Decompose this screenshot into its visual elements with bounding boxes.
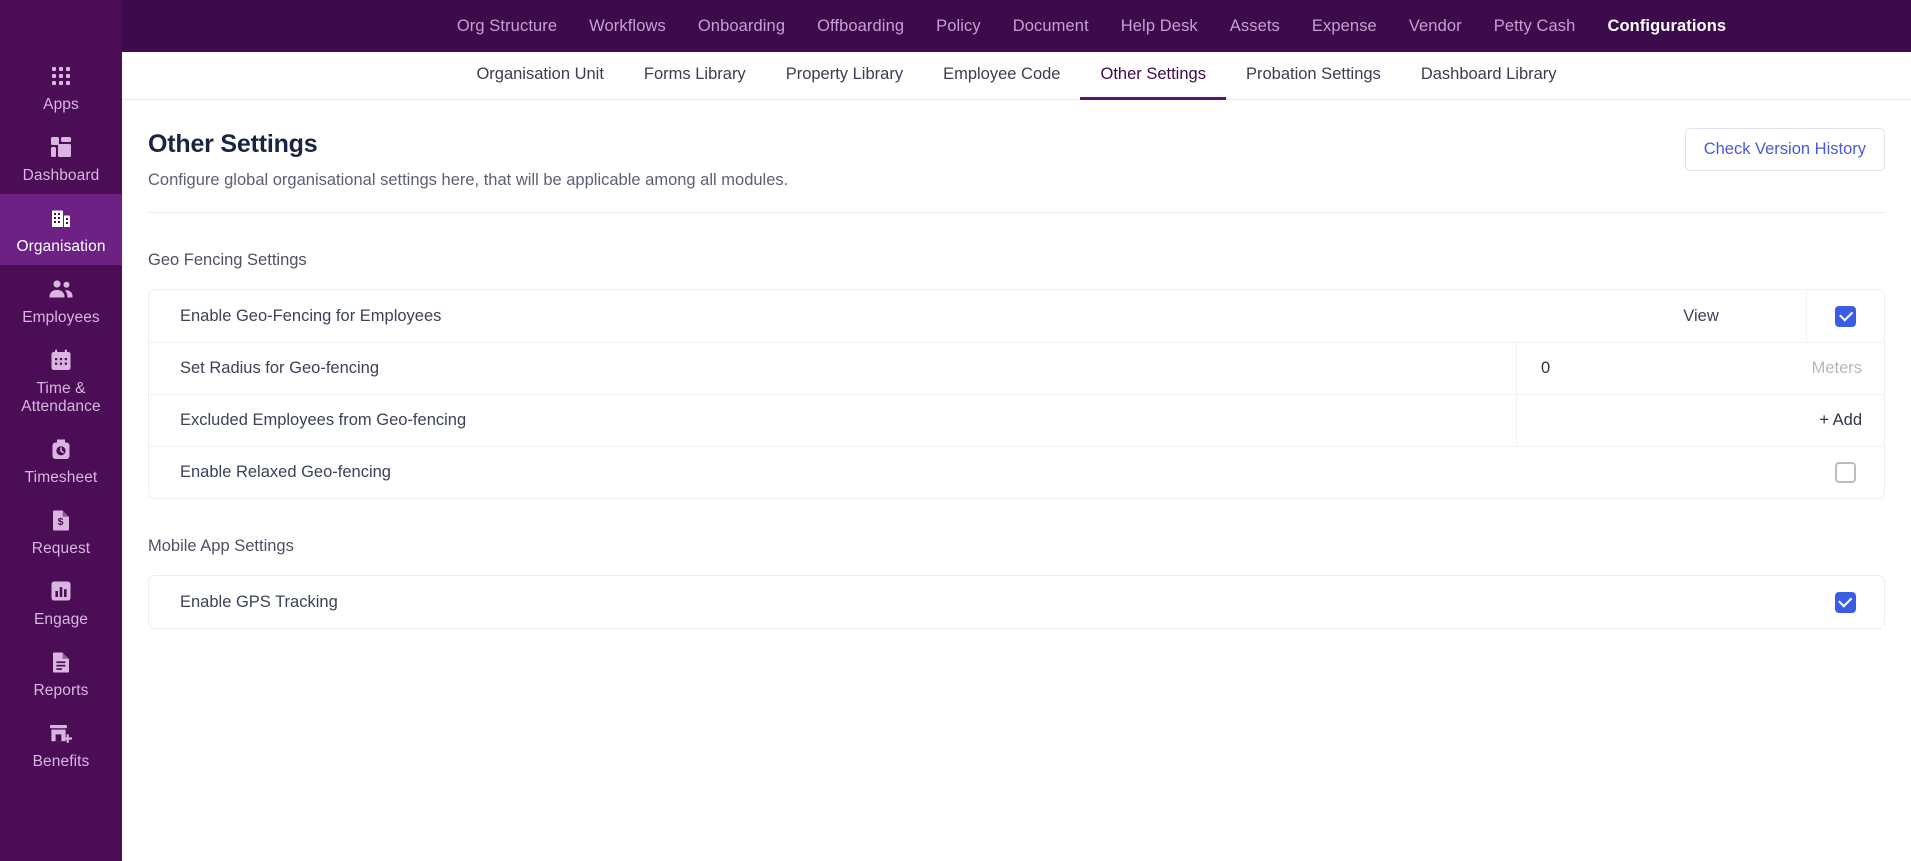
settings-section: Geo Fencing Settings Enable Geo-Fencing f… (148, 251, 1885, 499)
setting-label: Enable Geo-Fencing for Employees (180, 306, 442, 325)
header-divider (148, 212, 1885, 213)
topnav-item-help-desk[interactable]: Help Desk (1105, 17, 1214, 36)
sidebar-item-time-attendance[interactable]: Time & Attendance (0, 336, 122, 425)
dollar-document-icon: $ (50, 507, 72, 533)
top-navigation-bar: Org Structure Workflows Onboarding Offboard… (122, 0, 1911, 52)
topnav-item-assets[interactable]: Assets (1214, 17, 1296, 36)
app-root: Apps Dashboard Organisation Employees Time &… (0, 0, 1911, 861)
radius-unit-label: Meters (1811, 359, 1862, 377)
sidebar-item-label: Dashboard (22, 167, 100, 184)
section-title: Geo Fencing Settings (148, 251, 307, 269)
tab-dashboard-library[interactable]: Dashboard Library (1401, 52, 1577, 100)
sidebar-item-timesheet[interactable]: Timesheet (0, 425, 122, 496)
tab-property-library[interactable]: Property Library (766, 52, 923, 100)
settings-row: Enable GPS Tracking (149, 576, 1884, 628)
svg-text:$: $ (58, 516, 64, 528)
page-body: Other Settings Configure global organisa… (122, 100, 1911, 629)
clock-bag-icon (49, 436, 73, 462)
page-title: Other Settings (148, 130, 318, 158)
sidebar-item-request[interactable]: $ Request (0, 496, 122, 567)
settings-row: Enable Geo-Fencing for Employees View (149, 290, 1884, 342)
apps-grid-icon (49, 63, 73, 89)
sidebar-item-reports[interactable]: Reports (0, 638, 122, 709)
topnav-item-onboarding[interactable]: Onboarding (682, 17, 801, 36)
sidebar-item-label: Apps (43, 96, 79, 113)
checkbox-checked[interactable] (1835, 305, 1856, 327)
primary-sidebar: Apps Dashboard Organisation Employees Time &… (0, 0, 122, 861)
settings-row: Excluded Employees from Geo-fencing + Add (149, 394, 1884, 446)
sidebar-item-apps[interactable]: Apps (0, 52, 122, 123)
secondary-tab-bar: Organisation Unit Forms Library Property L… (122, 52, 1911, 100)
empty-cell (1438, 576, 1806, 628)
setting-label: Enable GPS Tracking (180, 592, 338, 611)
topnav-item-configurations[interactable]: Configurations (1591, 17, 1742, 36)
check-version-history-button[interactable]: Check Version History (1684, 128, 1885, 171)
sidebar-item-label: Employees (22, 309, 100, 326)
tab-probation-settings[interactable]: Probation Settings (1226, 52, 1401, 100)
checkbox-checked[interactable] (1834, 591, 1856, 613)
empty-cell (1438, 447, 1806, 498)
topnav-item-org-structure[interactable]: Org Structure (441, 17, 573, 36)
people-icon (48, 276, 74, 302)
topnav-item-workflows[interactable]: Workflows (573, 17, 682, 36)
settings-section: Mobile App Settings Enable GPS Tracking (148, 537, 1885, 629)
report-document-icon (50, 649, 72, 675)
setting-label: Set Radius for Geo-fencing (180, 359, 380, 377)
topnav-item-offboarding[interactable]: Offboarding (801, 17, 920, 36)
radius-input-cell[interactable]: 0 Meters (1516, 343, 1884, 394)
sidebar-item-label: Benefits (32, 753, 90, 770)
sidebar-item-label: Engage (33, 611, 89, 628)
sidebar-item-label: Reports (33, 682, 89, 699)
main-content: Organisation Unit Forms Library Property L… (122, 0, 1911, 861)
section-title: Mobile App Settings (148, 537, 294, 555)
topnav-item-document[interactable]: Document (997, 17, 1105, 36)
sidebar-item-employees[interactable]: Employees (0, 265, 122, 336)
checkbox-unchecked[interactable] (1834, 462, 1856, 483)
tab-employee-code[interactable]: Employee Code (923, 52, 1080, 100)
radius-input-value: 0 (1541, 359, 1551, 377)
setting-label: Enable Relaxed Geo-fencing (180, 463, 391, 481)
add-cell: + Add (1516, 395, 1884, 446)
setting-label: Excluded Employees from Geo-fencing (180, 411, 467, 429)
sidebar-item-engage[interactable]: Engage (0, 567, 122, 638)
sidebar-item-label: Organisation (16, 238, 106, 255)
page-subtitle: Configure global organisational settings… (148, 171, 789, 189)
settings-card: Enable Geo-Fencing for Employees View Set … (148, 289, 1885, 499)
settings-row: Set Radius for Geo-fencing 0 Meters (149, 342, 1884, 394)
tab-forms-library[interactable]: Forms Library (624, 52, 766, 100)
store-plus-icon (48, 720, 74, 746)
topnav-item-petty-cash[interactable]: Petty Cash (1478, 17, 1592, 36)
sidebar-item-label: Time & Attendance (21, 380, 101, 415)
dashboard-icon (49, 134, 73, 160)
add-button[interactable]: + Add (1819, 411, 1862, 430)
sidebar-item-organisation[interactable]: Organisation (0, 194, 122, 265)
settings-sections: Geo Fencing Settings Enable Geo-Fencing f… (148, 251, 1885, 629)
sidebar-item-label: Request (31, 540, 91, 557)
topnav-item-expense[interactable]: Expense (1296, 17, 1393, 36)
top-nav-items: Org Structure Workflows Onboarding Offboard… (291, 17, 1742, 36)
settings-row: Enable Relaxed Geo-fencing (149, 446, 1884, 498)
tab-other-settings[interactable]: Other Settings (1080, 52, 1226, 100)
calendar-icon (49, 347, 73, 373)
checkbox-cell (1806, 576, 1884, 628)
building-icon (49, 205, 73, 231)
sidebar-item-benefits[interactable]: Benefits (0, 709, 122, 780)
page-header: Other Settings Configure global organisa… (148, 100, 1885, 213)
sidebar-item-dashboard[interactable]: Dashboard (0, 123, 122, 194)
sidebar-item-label: Timesheet (24, 469, 98, 486)
tab-organisation-unit[interactable]: Organisation Unit (456, 52, 623, 100)
bar-chart-icon (49, 578, 73, 604)
topnav-item-vendor[interactable]: Vendor (1393, 17, 1478, 36)
checkbox-cell (1806, 447, 1884, 498)
checkbox-cell (1806, 290, 1884, 342)
topnav-item-policy[interactable]: Policy (920, 17, 997, 36)
view-link[interactable]: View (1596, 290, 1806, 342)
settings-card: Enable GPS Tracking (148, 575, 1885, 629)
